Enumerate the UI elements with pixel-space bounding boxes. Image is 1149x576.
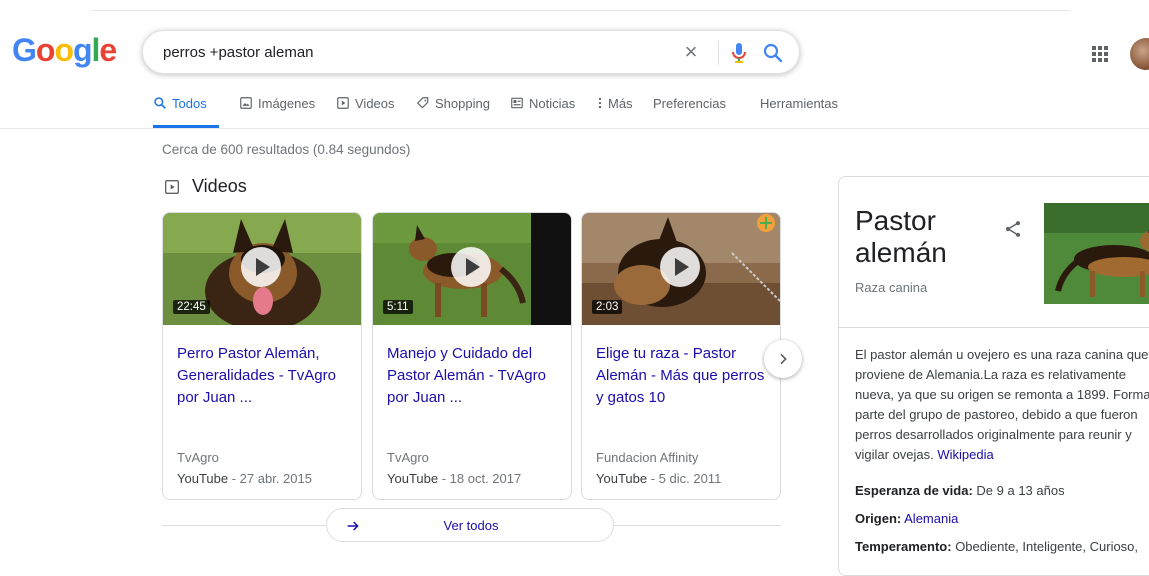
video-card[interactable]: 2:03 Elige tu raza - Pastor Alemán - Más… xyxy=(581,212,781,500)
kp-divider xyxy=(839,327,1149,328)
search-input[interactable]: perros +pastor aleman xyxy=(163,44,314,61)
video-meta: YouTube - 27 abr. 2015 xyxy=(177,471,312,486)
logo-letter: g xyxy=(72,32,93,68)
video-icon xyxy=(337,97,349,109)
see-all-label: Ver todos xyxy=(443,518,499,533)
fact-label: Esperanza de vida: xyxy=(855,483,973,498)
tab-todos[interactable]: Todos xyxy=(153,96,207,126)
video-title[interactable]: Perro Pastor Alemán, Generalidades - TvA… xyxy=(177,343,353,409)
video-platform: YouTube xyxy=(596,471,648,486)
search-divider xyxy=(718,41,719,65)
tab-label: Noticias xyxy=(529,96,576,111)
tab-imagenes[interactable]: Imágenes xyxy=(239,96,315,126)
kp-fact-life-expectancy: Esperanza de vida: De 9 a 13 años xyxy=(855,483,1065,498)
tab-shopping[interactable]: Shopping xyxy=(416,96,490,126)
video-duration: 2:03 xyxy=(592,300,623,314)
kp-description: El pastor alemán u ovejero es una raza c… xyxy=(855,345,1149,465)
knowledge-panel: Pastor alemán Raza canina El pastor alem… xyxy=(838,176,1149,576)
video-title[interactable]: Elige tu raza - Pastor Alemán - Más que … xyxy=(596,343,772,409)
kp-fact-origin: Origen: Alemania xyxy=(855,511,958,526)
tab-preferencias[interactable]: Preferencias xyxy=(653,96,726,126)
video-thumbnail[interactable]: 2:03 xyxy=(582,213,780,325)
kp-image[interactable] xyxy=(1044,203,1149,304)
image-icon xyxy=(240,97,252,109)
video-date: 5 dic. 2011 xyxy=(658,471,722,486)
videos-title: Videos xyxy=(192,176,247,196)
divider-line xyxy=(162,525,326,526)
share-icon[interactable] xyxy=(1003,219,1023,239)
logo-letter: e xyxy=(99,32,117,68)
tabs-divider xyxy=(0,128,1149,129)
video-date: 18 oct. 2017 xyxy=(449,471,522,486)
tab-videos[interactable]: Videos xyxy=(336,96,395,126)
video-thumbnail[interactable]: 5:11 xyxy=(373,213,571,325)
microphone-icon[interactable] xyxy=(727,41,751,65)
video-thumbnail[interactable]: 22:45 xyxy=(163,213,361,325)
tab-noticias[interactable]: Noticias xyxy=(510,96,575,126)
video-source: TvAgro xyxy=(387,450,429,465)
video-meta: YouTube - 18 oct. 2017 xyxy=(387,471,521,486)
search-box[interactable]: perros +pastor aleman × xyxy=(142,30,800,74)
tab-label: Preferencias xyxy=(653,96,726,111)
tab-mas[interactable]: Más xyxy=(597,96,633,126)
kp-description-text: El pastor alemán u ovejero es una raza c… xyxy=(855,347,1149,462)
top-divider xyxy=(92,10,1070,11)
date-separator: - xyxy=(647,471,659,486)
video-card[interactable]: 5:11 Manejo y Cuidado del Pastor Alemán … xyxy=(372,212,572,500)
video-source: TvAgro xyxy=(177,450,219,465)
close-icon[interactable]: × xyxy=(679,39,703,65)
logo-letter: G xyxy=(12,32,37,68)
video-title[interactable]: Manejo y Cuidado del Pastor Alemán - TvA… xyxy=(387,343,563,409)
video-duration: 5:11 xyxy=(383,300,413,314)
kp-title: Pastor alemán xyxy=(855,205,947,268)
video-platform: YouTube xyxy=(177,471,229,486)
tab-herramientas[interactable]: Herramientas xyxy=(760,96,838,126)
apps-grid-icon[interactable] xyxy=(1088,42,1112,66)
tag-icon xyxy=(416,97,429,109)
search-icon[interactable] xyxy=(761,41,785,65)
logo-letter: o xyxy=(35,32,56,68)
play-icon xyxy=(241,247,281,287)
wikipedia-link[interactable]: Wikipedia xyxy=(937,447,993,462)
google-logo[interactable]: Google xyxy=(12,32,117,68)
play-icon xyxy=(660,247,700,287)
video-meta: YouTube - 5 dic. 2011 xyxy=(596,471,721,486)
video-duration: 22:45 xyxy=(173,300,210,314)
video-date: 27 abr. 2015 xyxy=(239,471,312,486)
carousel-next-button[interactable] xyxy=(764,340,802,378)
see-all-videos-button[interactable]: Ver todos xyxy=(326,508,614,542)
search-icon xyxy=(154,97,166,109)
fact-link[interactable]: Alemania xyxy=(904,511,958,526)
logo-letter: o xyxy=(54,32,74,68)
divider-line xyxy=(614,525,781,526)
date-separator: - xyxy=(228,471,240,486)
tab-label: Imágenes xyxy=(258,96,316,111)
video-icon xyxy=(165,179,179,194)
chevron-right-icon xyxy=(780,353,787,365)
result-stats: Cerca de 600 resultados (0.84 segundos) xyxy=(162,142,411,157)
tab-label: Herramientas xyxy=(760,96,839,111)
kp-subtitle: Raza canina xyxy=(855,280,928,295)
date-separator: - xyxy=(438,471,450,486)
tab-label: Shopping xyxy=(435,96,490,111)
videos-section-header: Videos xyxy=(164,176,247,197)
video-platform: YouTube xyxy=(387,471,439,486)
tab-label: Videos xyxy=(355,96,395,111)
more-icon xyxy=(598,97,602,109)
logo-letter: l xyxy=(91,32,101,68)
tab-label: Todos xyxy=(172,96,207,111)
video-source: Fundacion Affinity xyxy=(596,450,699,465)
news-icon xyxy=(511,97,523,109)
avatar[interactable] xyxy=(1130,38,1149,70)
fact-value: De 9 a 13 años xyxy=(976,483,1065,498)
fact-label: Origen: xyxy=(855,511,902,526)
tab-label: Más xyxy=(608,96,633,111)
video-card[interactable]: 22:45 Perro Pastor Alemán, Generalidades… xyxy=(162,212,362,500)
play-icon xyxy=(451,247,491,287)
